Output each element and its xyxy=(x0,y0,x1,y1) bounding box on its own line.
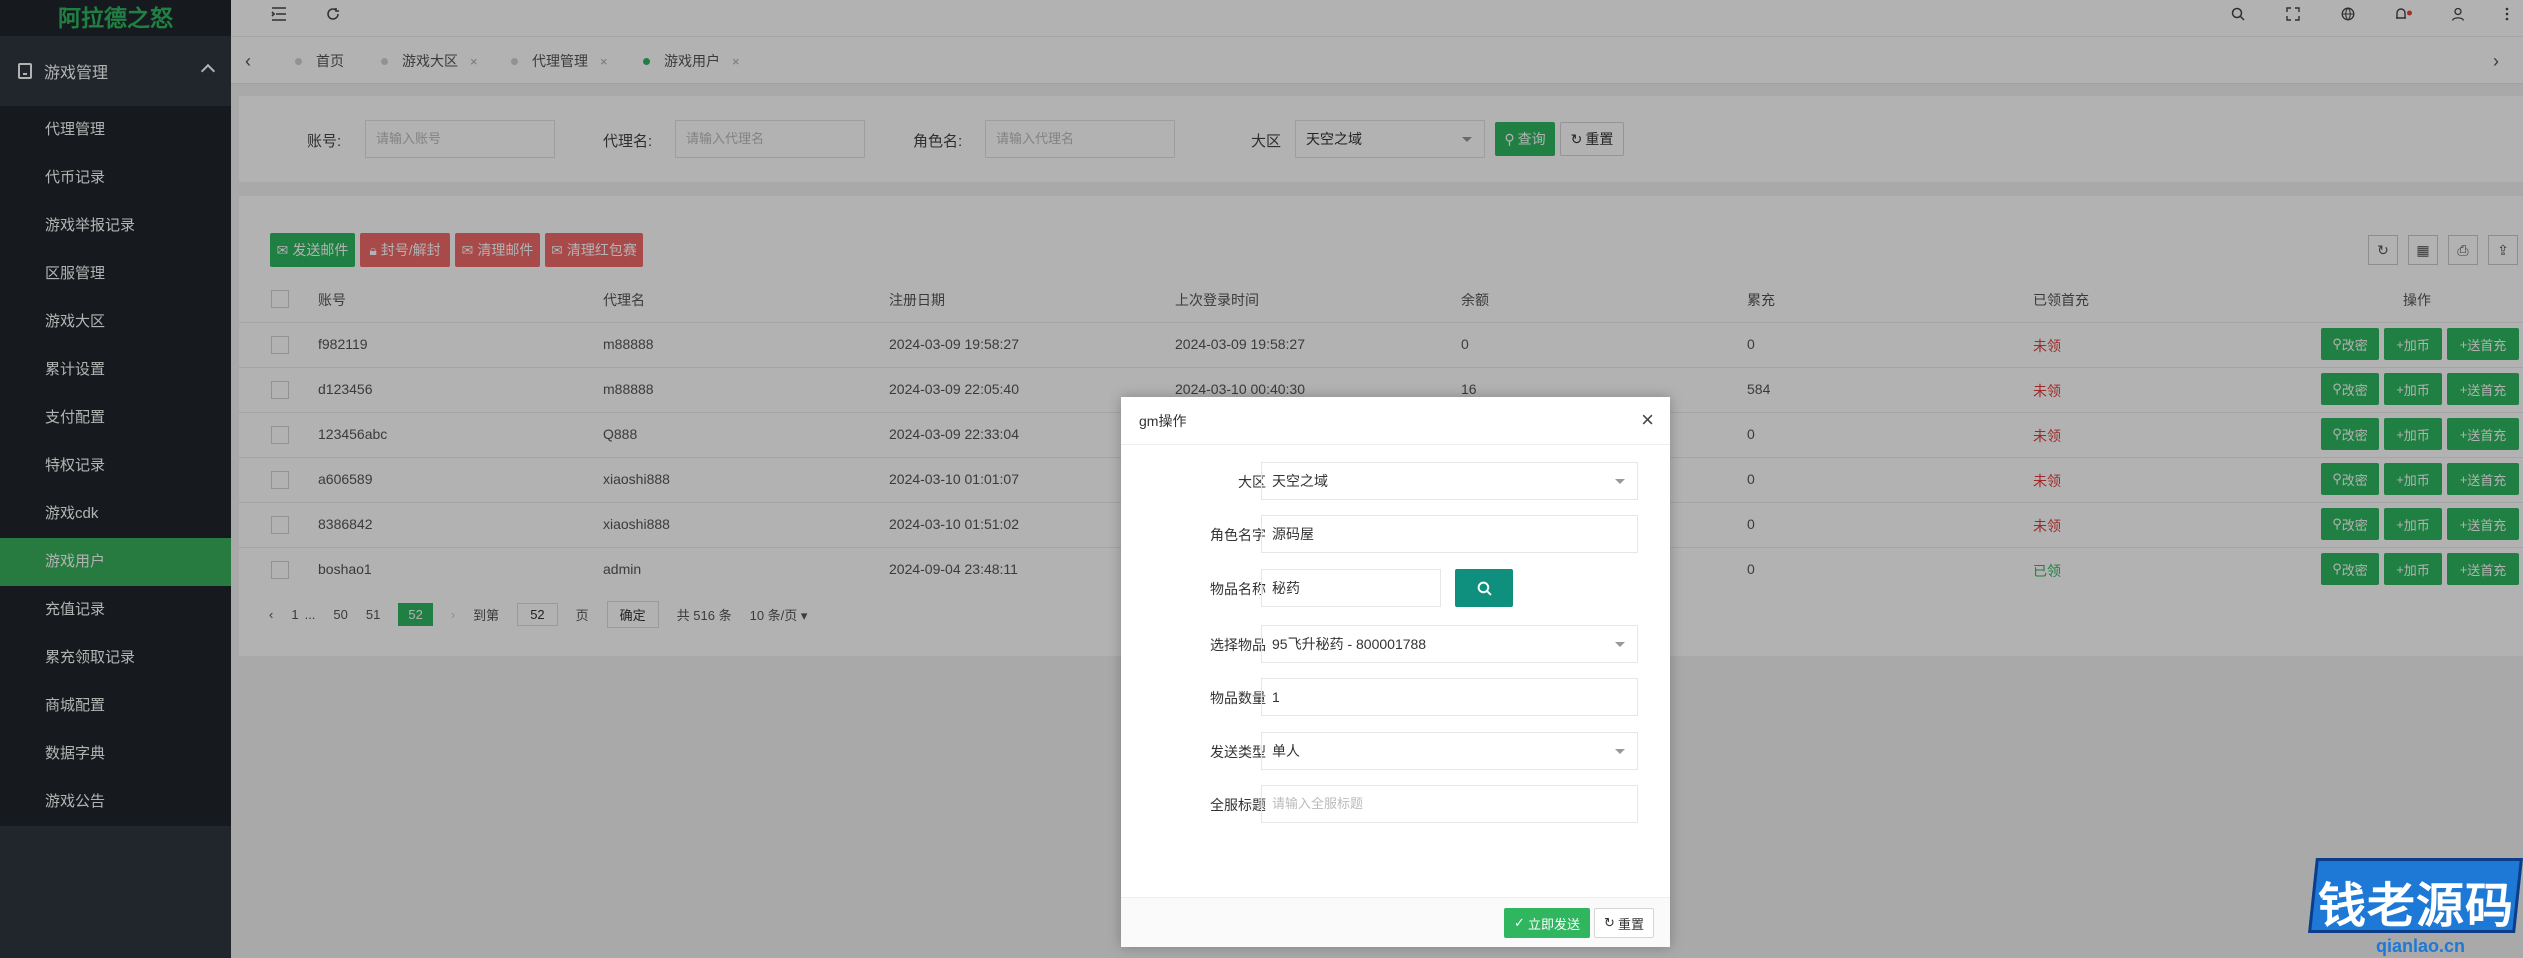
dlg-role-input[interactable]: 源码屋 xyxy=(1261,515,1638,553)
dialog-footer: ✓ 立即发送 ↻ 重置 xyxy=(1121,897,1670,947)
dlg-title-label: 全服标题 xyxy=(1210,797,1266,813)
app-root: 阿拉德之怒 游戏管理 代理管理 代币记录 游戏举报记录 区服管理 游戏大区 累计… xyxy=(0,0,2523,958)
dlg-select-item-label: 选择物品 xyxy=(1210,637,1266,653)
dlg-region-label: 大区 xyxy=(1238,474,1266,490)
dlg-send-button[interactable]: ✓ 立即发送 xyxy=(1504,908,1590,938)
watermark-logo: 钱老源码 qianlao.cn xyxy=(2296,858,2523,958)
dlg-qty-label: 物品数量 xyxy=(1210,690,1266,706)
dlg-region-value: 天空之域 xyxy=(1272,473,1328,489)
dlg-item-label: 物品名称 xyxy=(1210,581,1266,597)
dlg-item-input[interactable]: 秘药 xyxy=(1261,569,1441,607)
dlg-type-select[interactable]: 单人 xyxy=(1261,732,1638,770)
gm-dialog: gm操作 × 大区 天空之域 角色名字 源码屋 物品名称 秘药 选择物品 95飞… xyxy=(1121,397,1670,947)
dlg-type-value: 单人 xyxy=(1272,743,1300,759)
dlg-select-item-value: 95飞升秘药 - 800001788 xyxy=(1272,636,1427,652)
dlg-send-label: 立即发送 xyxy=(1527,916,1580,932)
chevron-down-icon xyxy=(1615,642,1625,652)
watermark-text: 钱老源码 xyxy=(2318,878,2515,934)
dlg-qty-input[interactable]: 1 xyxy=(1261,678,1638,716)
search-icon xyxy=(1477,581,1492,596)
chevron-down-icon xyxy=(1615,749,1625,759)
dlg-title-input[interactable]: 请输入全服标题 xyxy=(1261,785,1638,823)
dlg-reset-label: 重置 xyxy=(1617,916,1644,932)
close-icon[interactable]: × xyxy=(1641,407,1654,433)
watermark-url: qianlao.cn xyxy=(2376,936,2466,956)
refresh-icon: ↻ xyxy=(1604,915,1615,930)
check-icon: ✓ xyxy=(1514,915,1525,930)
dialog-title: gm操作 xyxy=(1121,397,1670,445)
chevron-down-icon xyxy=(1615,479,1625,489)
dlg-select-item-select[interactable]: 95飞升秘药 - 800001788 xyxy=(1261,625,1638,663)
dlg-type-label: 发送类型 xyxy=(1210,744,1266,760)
dlg-role-label: 角色名字 xyxy=(1210,527,1266,543)
dlg-reset-button[interactable]: ↻ 重置 xyxy=(1594,908,1654,938)
dlg-item-search-button[interactable] xyxy=(1455,569,1513,607)
dlg-region-select[interactable]: 天空之域 xyxy=(1261,462,1638,500)
